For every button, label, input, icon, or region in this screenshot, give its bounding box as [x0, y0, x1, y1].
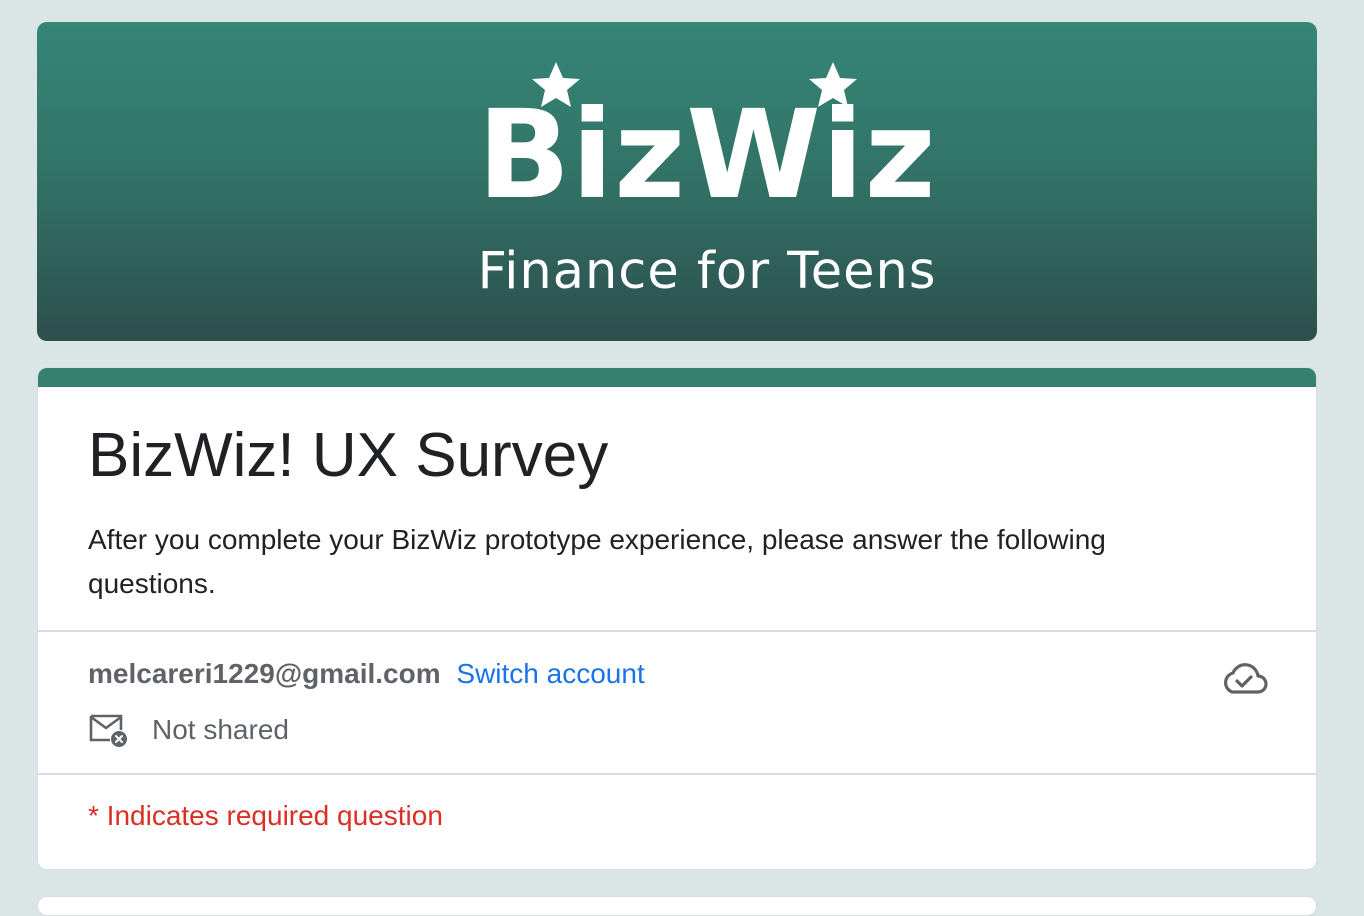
shared-status: Not shared [152, 714, 289, 745]
header-banner: BizWiz Finance for Teens [37, 22, 1317, 341]
card-accent-bar [38, 368, 1316, 387]
not-shared-row: Not shared [88, 710, 289, 750]
next-question-card [37, 896, 1317, 916]
account-row: melcareri1229@gmail.com Switch account [88, 654, 645, 694]
logo-title: BizWiz [477, 84, 937, 226]
account-email: melcareri1229@gmail.com [88, 658, 441, 689]
divider [38, 630, 1316, 632]
form-header-card: BizWiz! UX Survey After you complete you… [37, 367, 1317, 870]
divider [38, 773, 1316, 775]
form-description: After you complete your BizWiz prototype… [88, 524, 1106, 599]
cloud-check-icon [1223, 663, 1268, 694]
switch-account-link[interactable]: Switch account [456, 658, 644, 689]
logo-subtitle: Finance for Teens [477, 242, 937, 301]
required-question-note: * Indicates required question [88, 800, 443, 831]
bizwiz-logo: BizWiz Finance for Teens [37, 22, 1317, 341]
mail-not-shared-icon [89, 714, 127, 747]
form-title: BizWiz! UX Survey [88, 421, 609, 490]
